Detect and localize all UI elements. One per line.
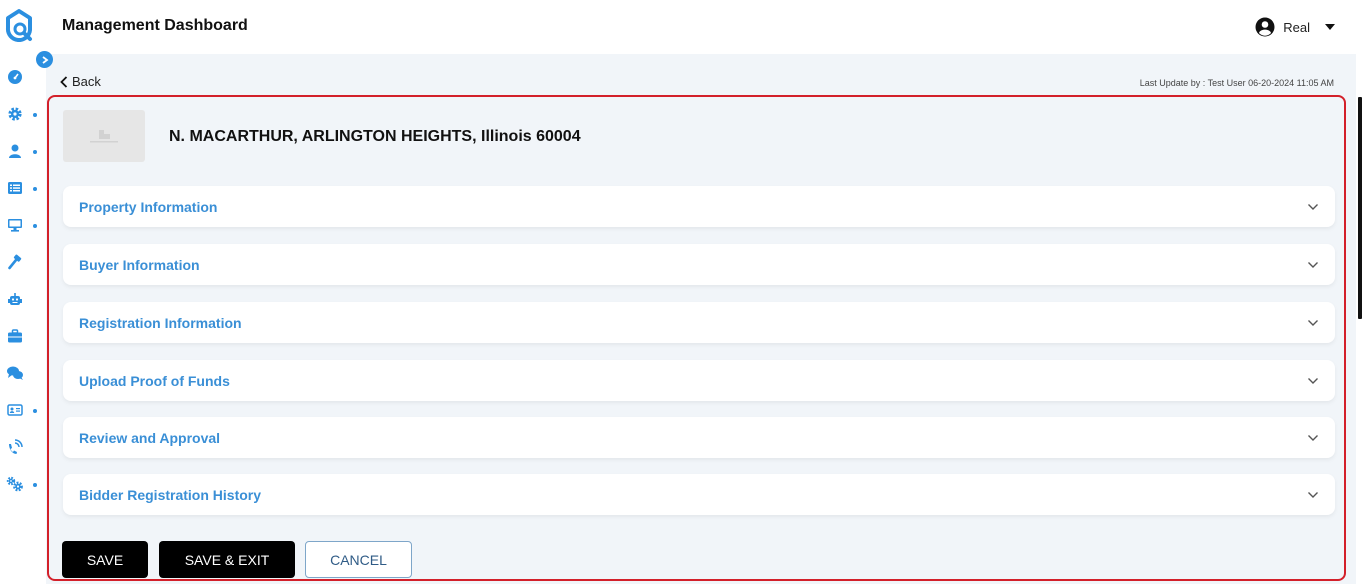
submenu-indicator <box>33 409 37 413</box>
chevron-down-icon <box>1308 319 1318 326</box>
section-upload-proof-of-funds[interactable]: Upload Proof of Funds <box>63 360 1335 401</box>
section-title: Bidder Registration History <box>79 486 262 503</box>
chevron-down-icon <box>1308 434 1318 441</box>
section-title: Registration Information <box>79 314 242 331</box>
property-thumbnail <box>63 110 145 162</box>
caret-down-icon <box>1325 24 1335 30</box>
phone-signal-icon <box>9 439 23 454</box>
chevron-down-icon <box>1308 491 1318 498</box>
chat-bubbles-icon <box>7 366 23 380</box>
registration-panel: N. MACARTHUR, ARLINGTON HEIGHTS, Illinoi… <box>47 95 1346 581</box>
chevron-left-icon <box>60 75 68 88</box>
gear-icon <box>8 107 22 121</box>
sidebar-expand-button[interactable] <box>36 51 53 68</box>
section-title: Review and Approval <box>79 429 221 446</box>
gears-icon <box>6 476 23 492</box>
sidebar-item-calls[interactable] <box>6 438 24 456</box>
sidebar <box>0 0 53 584</box>
section-registration-information[interactable]: Registration Information <box>63 302 1335 343</box>
sidebar-item-dashboard[interactable] <box>6 68 24 86</box>
briefcase-icon <box>8 329 22 343</box>
save-button[interactable]: SAVE <box>62 541 148 578</box>
submenu-indicator <box>33 483 37 487</box>
list-icon <box>8 182 22 194</box>
cancel-button[interactable]: CANCEL <box>305 541 412 578</box>
sidebar-item-automation[interactable] <box>6 290 24 308</box>
sidebar-item-list[interactable] <box>6 179 24 197</box>
dashboard-gauge-icon <box>8 70 22 84</box>
sidebar-item-users[interactable] <box>6 142 24 160</box>
section-buyer-information[interactable]: Buyer Information <box>63 244 1335 285</box>
submenu-indicator <box>33 113 37 117</box>
sidebar-item-auction[interactable] <box>6 253 24 271</box>
image-placeholder-icon <box>90 130 118 143</box>
user-name: Real <box>1283 19 1310 35</box>
chevron-down-icon <box>1308 377 1318 384</box>
back-label: Back <box>72 74 101 89</box>
back-link[interactable]: Back <box>60 74 101 89</box>
hammer-icon <box>8 254 22 270</box>
main-content: Management Dashboard Real Back Last Upda… <box>46 0 1356 584</box>
section-title: Buyer Information <box>79 256 200 273</box>
sidebar-item-monitor[interactable] <box>6 216 24 234</box>
sidebar-item-contacts[interactable] <box>6 401 24 419</box>
sidebar-item-settings[interactable] <box>6 105 24 123</box>
chevron-right-icon <box>41 55 48 64</box>
sidebar-item-portfolio[interactable] <box>6 327 24 345</box>
save-and-exit-button[interactable]: SAVE & EXIT <box>159 541 295 578</box>
user-circle-icon <box>1255 17 1275 37</box>
user-icon <box>9 144 21 158</box>
section-bidder-registration-history[interactable]: Bidder Registration History <box>63 474 1335 515</box>
chevron-down-icon <box>1308 203 1318 210</box>
sidebar-item-messages[interactable] <box>6 364 24 382</box>
page-scrollbar[interactable] <box>1356 0 1365 584</box>
robot-icon <box>8 293 22 305</box>
section-review-and-approval[interactable]: Review and Approval <box>63 417 1335 458</box>
last-update-info: Last Update by : Test User 06-20-2024 11… <box>1139 78 1334 88</box>
property-address: N. MACARTHUR, ARLINGTON HEIGHTS, Illinoi… <box>169 128 581 145</box>
scrollbar-thumb[interactable] <box>1358 97 1362 319</box>
top-bar: Management Dashboard Real <box>46 0 1356 54</box>
section-title: Property Information <box>79 198 218 215</box>
user-menu[interactable]: Real <box>1255 17 1336 37</box>
chevron-down-icon <box>1308 261 1318 268</box>
section-property-information[interactable]: Property Information <box>63 186 1335 227</box>
section-title: Upload Proof of Funds <box>79 372 230 389</box>
sidebar-item-system-settings[interactable] <box>6 475 24 493</box>
submenu-indicator <box>33 150 37 154</box>
monitor-icon <box>8 219 22 232</box>
id-card-icon <box>7 404 23 416</box>
page-title: Management Dashboard <box>62 17 248 34</box>
app-logo[interactable] <box>5 8 35 43</box>
submenu-indicator <box>33 224 37 228</box>
submenu-indicator <box>33 187 37 191</box>
